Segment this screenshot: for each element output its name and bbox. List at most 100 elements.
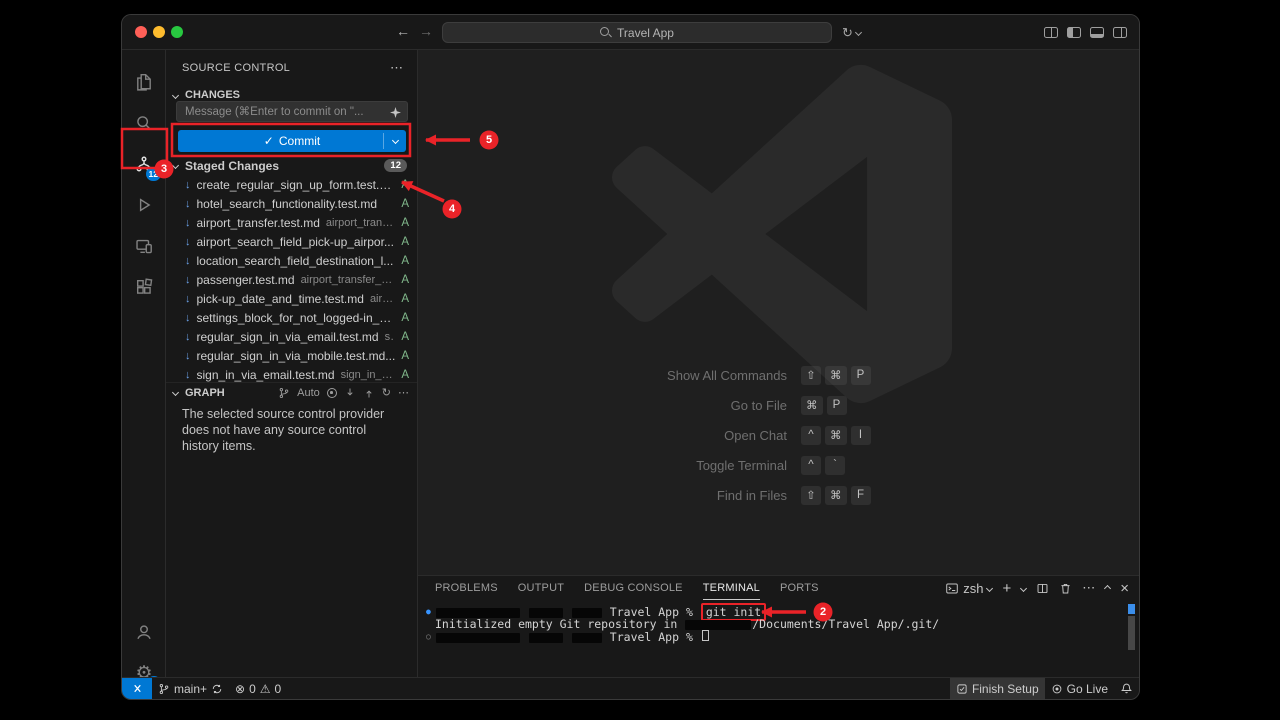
go-live-button[interactable]: Go Live: [1045, 678, 1114, 699]
editor-area: Show All Commands ⇧⌘P Go to File ⌘P Open…: [418, 50, 1139, 677]
terminal-picker-chevron[interactable]: [1020, 584, 1027, 591]
file-path-hint: sign_in_fo...: [341, 369, 396, 381]
command-center-search[interactable]: Travel App: [442, 22, 832, 43]
file-path-hint: airp...: [370, 293, 395, 305]
panel-tab-problems[interactable]: PROBLEMS: [435, 576, 498, 600]
branch-status-item[interactable]: main+: [152, 678, 229, 699]
toggle-secondary-sidebar-icon[interactable]: [1113, 27, 1127, 38]
panel-tab-terminal[interactable]: TERMINAL: [703, 576, 760, 600]
remote-indicator[interactable]: [122, 678, 152, 699]
staged-file-row[interactable]: ↓ regular_sign_in_via_mobile.test.md... …: [166, 346, 417, 365]
chevron-down-icon: [172, 389, 179, 396]
commit-message-input[interactable]: [176, 101, 408, 122]
push-icon[interactable]: [363, 387, 375, 399]
problems-status-item[interactable]: ⊗ 0 ⚠ 0: [229, 678, 287, 699]
activity-run-debug-icon[interactable]: [122, 185, 166, 225]
panel-more-icon[interactable]: ⋯: [1082, 580, 1095, 596]
key-chip: ⌘: [825, 426, 847, 445]
staged-file-row[interactable]: ↓ passenger.test.md airport_transfer_s..…: [166, 270, 417, 289]
session-refresh-icon[interactable]: ↻: [842, 15, 861, 50]
chevron-down-icon: [855, 29, 862, 36]
kill-terminal-trash-icon[interactable]: [1059, 582, 1072, 595]
shortcut-keys: ⇧⌘F: [801, 486, 871, 505]
redacted-text: [685, 620, 751, 630]
close-window-button[interactable]: [135, 26, 147, 38]
staged-file-row[interactable]: ↓ create_regular_sign_up_form.test.md A: [166, 175, 417, 194]
nav-forward-icon[interactable]: →: [419, 23, 433, 39]
key-chip: ^: [801, 426, 821, 445]
commit-button-label: Commit: [279, 134, 320, 148]
file-name: hotel_search_functionality.test.md: [197, 197, 378, 211]
key-chip: ⇧: [801, 366, 821, 385]
terminal-cursor: [702, 630, 709, 641]
file-down-icon: ↓: [185, 350, 191, 362]
key-chip: ⌘: [825, 366, 847, 385]
staged-file-row[interactable]: ↓ location_search_field_destination_l...…: [166, 251, 417, 270]
minimize-window-button[interactable]: [153, 26, 165, 38]
file-name: regular_sign_in_via_mobile.test.md...: [197, 349, 396, 363]
git-status-letter: A: [395, 274, 409, 286]
staged-file-row[interactable]: ↓ settings_block_for_not_logged-in_u... …: [166, 308, 417, 327]
file-path-hint: si...: [385, 331, 396, 343]
key-chip: ^: [801, 456, 821, 475]
toggle-panel-icon[interactable]: [1090, 27, 1104, 38]
graph-auto-label[interactable]: Auto: [297, 387, 320, 399]
staged-file-row[interactable]: ↓ hotel_search_functionality.test.md A: [166, 194, 417, 213]
activity-remote-explorer-icon[interactable]: [122, 226, 166, 266]
broadcast-icon: [1051, 683, 1063, 695]
redacted-text: [529, 608, 563, 618]
terminal-scrollbar[interactable]: [1128, 616, 1135, 650]
sync-icon: [211, 683, 223, 695]
maximize-panel-icon[interactable]: [1104, 584, 1111, 591]
zoom-window-button[interactable]: [171, 26, 183, 38]
split-terminal-icon[interactable]: [1036, 582, 1049, 595]
shortcut-label: Find in Files: [418, 488, 801, 503]
panel-tab-ports[interactable]: PORTS: [780, 576, 819, 600]
vscode-window: ← → Travel App ↻ 12: [121, 14, 1140, 700]
redacted-text: [436, 608, 520, 618]
branch-icon[interactable]: [278, 387, 290, 399]
refresh-icon[interactable]: ↻: [382, 386, 391, 399]
graph-section-header[interactable]: GRAPH Auto ↻ ⋯: [166, 382, 417, 402]
terminal-shell-selector[interactable]: zsh: [945, 581, 992, 596]
activity-extensions-icon[interactable]: [122, 267, 166, 307]
shortcut-label: Show All Commands: [418, 368, 801, 383]
file-name: passenger.test.md: [197, 273, 295, 287]
redacted-text: [572, 633, 602, 643]
terminal-text: /Documents/Travel App/.git/: [752, 617, 939, 631]
toggle-sidebar-icon[interactable]: [1067, 27, 1081, 38]
key-chip: ⌘: [825, 486, 847, 505]
activity-search-icon[interactable]: [122, 103, 166, 143]
file-down-icon: ↓: [185, 293, 191, 305]
git-status-letter: A: [395, 255, 409, 267]
close-panel-icon[interactable]: ×: [1120, 580, 1129, 597]
more-actions-icon[interactable]: ⋯: [390, 60, 403, 76]
activity-explorer-icon[interactable]: [122, 62, 166, 102]
git-status-letter: A: [395, 350, 409, 362]
finish-setup-button[interactable]: Finish Setup: [950, 678, 1045, 699]
new-terminal-button[interactable]: +: [1002, 580, 1011, 597]
commit-button[interactable]: ✓ Commit: [178, 130, 406, 152]
notifications-bell-icon[interactable]: [1114, 678, 1139, 699]
staged-changes-header[interactable]: Staged Changes 12: [166, 156, 417, 175]
nav-back-icon[interactable]: ←: [396, 23, 410, 39]
panel-tab-debug-console[interactable]: DEBUG CONSOLE: [584, 576, 683, 600]
staged-file-row[interactable]: ↓ airport_search_field_pick-up_airpor...…: [166, 232, 417, 251]
warning-icon: ⚠: [260, 682, 271, 696]
staged-file-row[interactable]: ↓ pick-up_date_and_time.test.md airp... …: [166, 289, 417, 308]
panel-tab-output[interactable]: OUTPUT: [518, 576, 564, 600]
file-down-icon: ↓: [185, 312, 191, 324]
terminal-output[interactable]: ● Travel App % git init Initialized empt…: [426, 606, 1123, 643]
split-editor-icon[interactable]: [1044, 27, 1058, 38]
sparkle-icon[interactable]: [390, 105, 401, 123]
staged-file-row[interactable]: ↓ regular_sign_in_via_email.test.md si..…: [166, 327, 417, 346]
shortcut-label: Open Chat: [418, 428, 801, 443]
activity-source-control-icon[interactable]: 12: [122, 144, 166, 184]
graph-more-icon[interactable]: ⋯: [398, 386, 409, 399]
accounts-icon[interactable]: [122, 612, 166, 652]
fetch-icon[interactable]: [344, 387, 356, 399]
target-icon[interactable]: [327, 388, 337, 398]
git-status-letter: A: [395, 331, 409, 343]
commit-dropdown-chevron[interactable]: [392, 137, 399, 144]
staged-file-row[interactable]: ↓ airport_transfer.test.md airport_trans…: [166, 213, 417, 232]
